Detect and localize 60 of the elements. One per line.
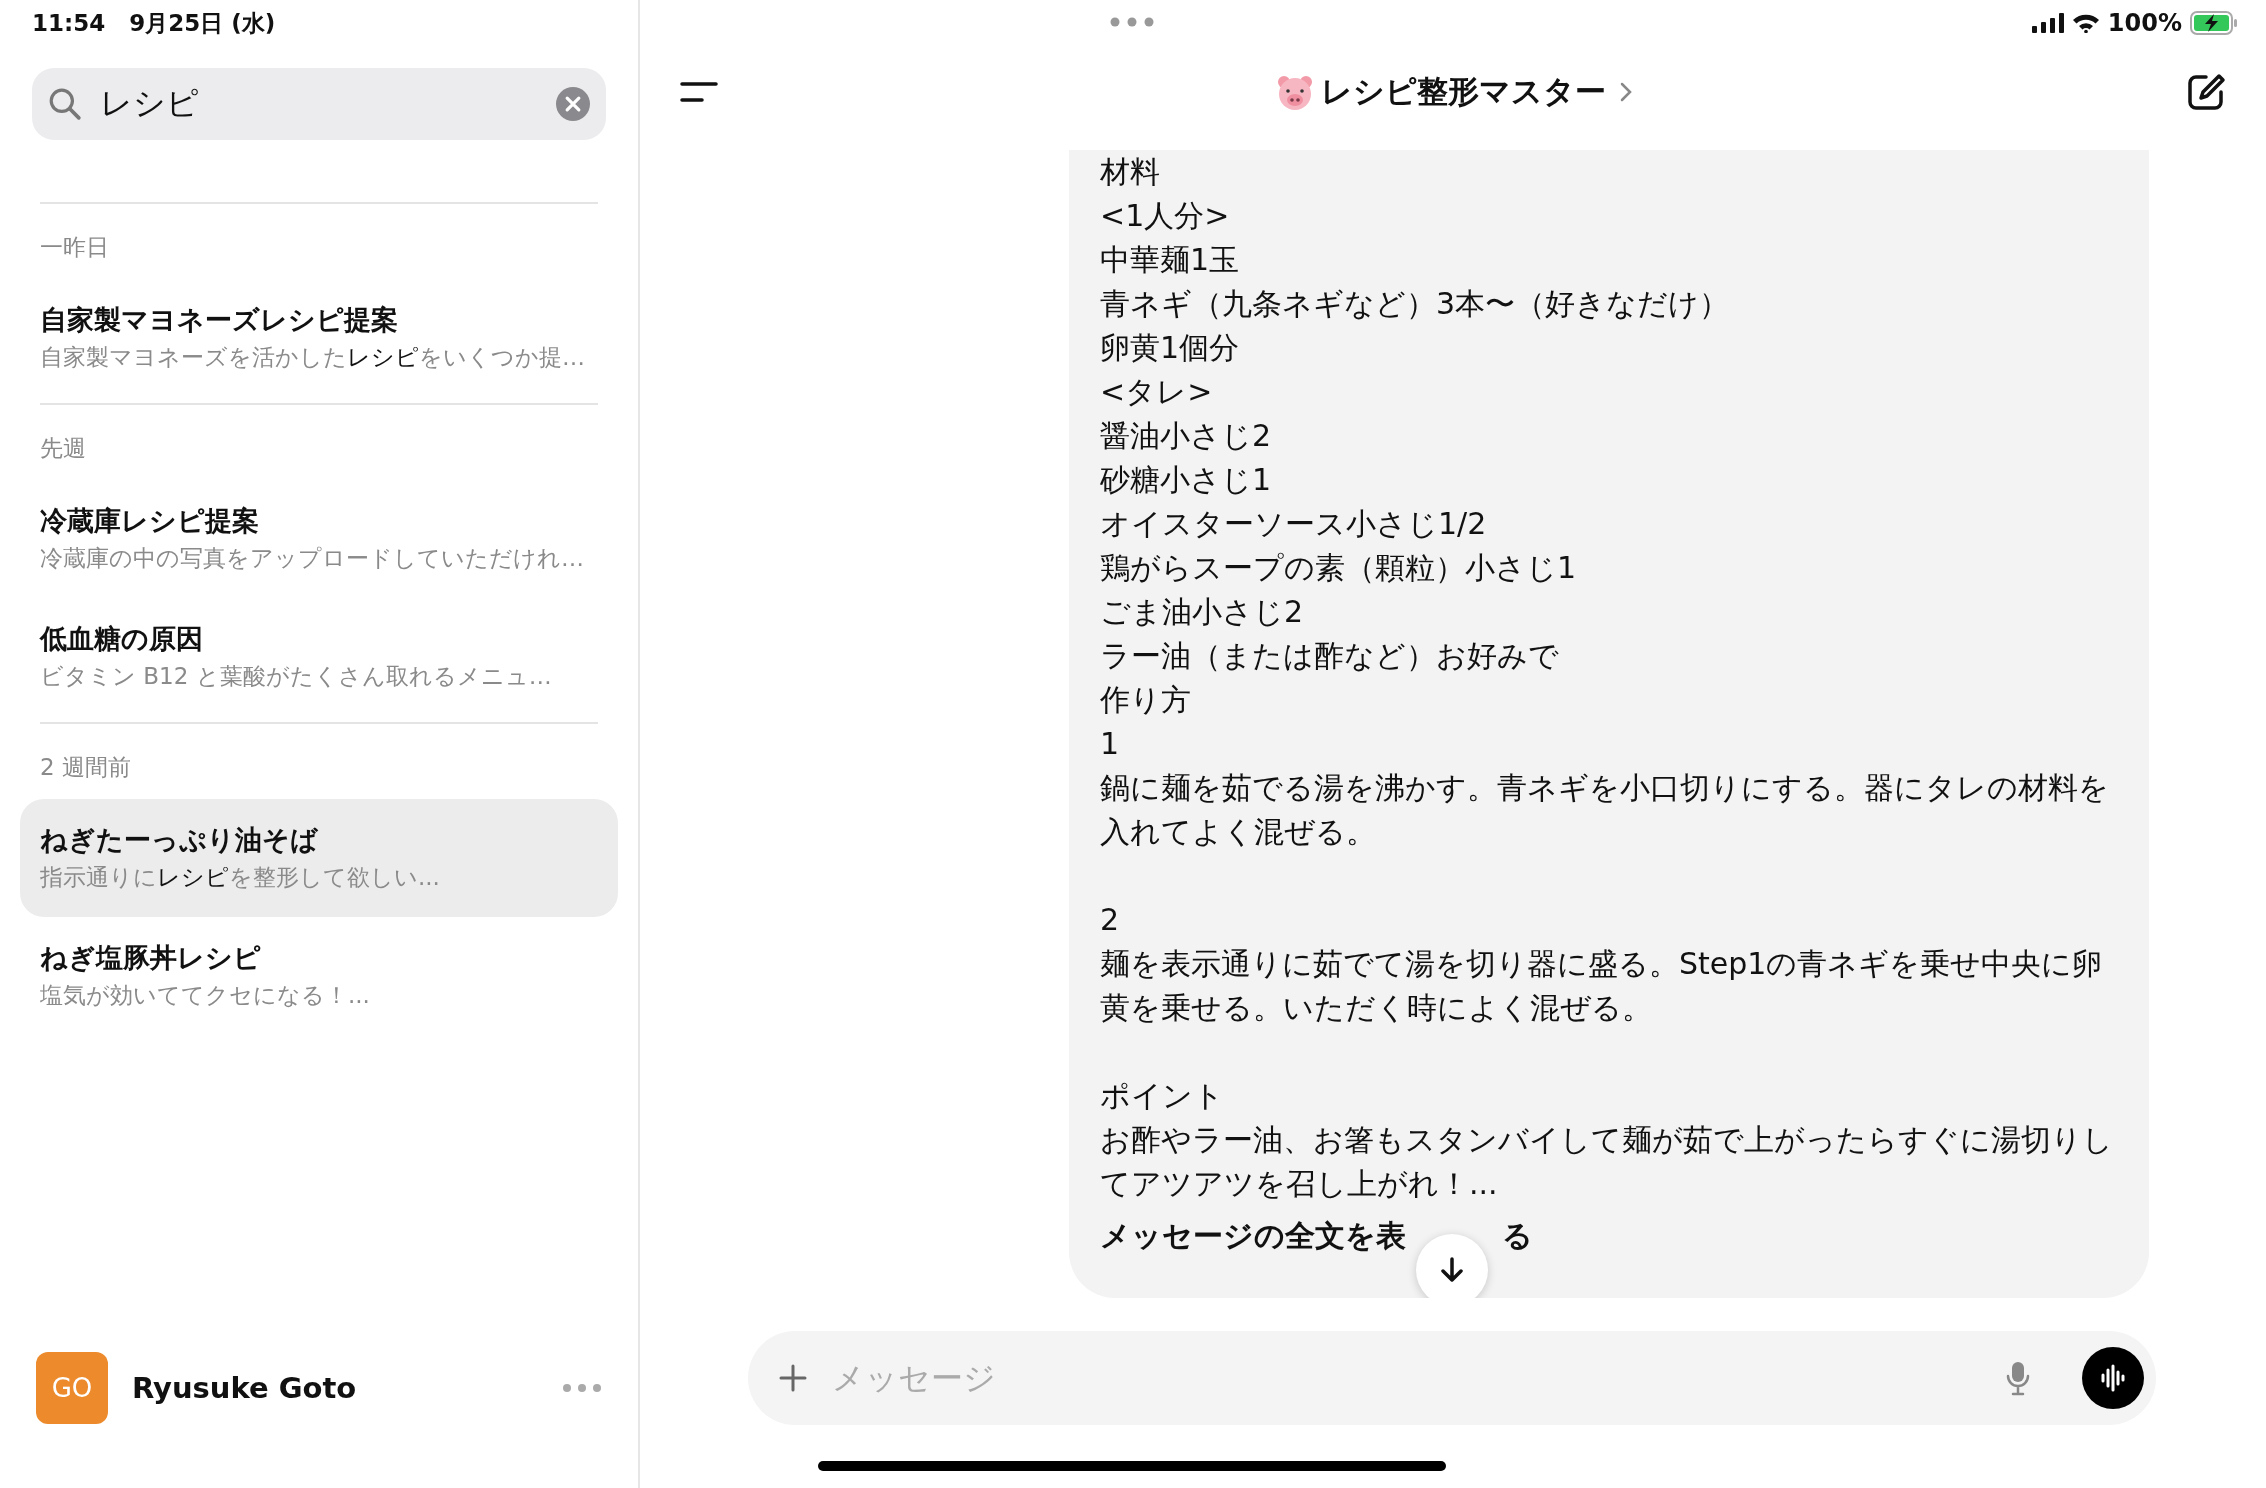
status-time: 11:54 [32, 10, 106, 36]
chat-title: 低血糖の原因 [40, 622, 204, 656]
message-text: 青ネギ（九条ネギなど）3本〜（好きなだけ） [1100, 285, 1731, 323]
chat-preview: ビタミン B12 と葉酸がたくさん取れるメニュ… [40, 662, 553, 691]
chat-item[interactable]: 自家製マヨネーズレシピ提案 自家製マヨネーズを活かしたレシピをいくつか提… [20, 279, 618, 397]
message-text: オイスターソース小さじ1/2 [1100, 505, 1488, 543]
message-text: 鶏がらスープの素（顆粒）小さじ1 [1100, 549, 1578, 587]
section-heading: 一昨日 [40, 233, 110, 262]
chat-item[interactable]: ねぎたーっぷり油そば 指示通りにレシピを整形して欲しい... [20, 799, 618, 917]
chat-item[interactable]: ねぎ塩豚丼レシピ 塩気が効いててクセになる！... [20, 917, 618, 1035]
show-full-link[interactable]: メッセージの全文を表 [1100, 1214, 1406, 1258]
message-text: ごま油小さじ2 [1100, 593, 1305, 631]
user-name: Ryusuke Goto [132, 1371, 358, 1405]
menu-icon[interactable] [680, 81, 720, 103]
message-text: ラー油（または酢など）お好みで [1100, 637, 1560, 675]
status-date: 9月25日 (水) [129, 8, 276, 38]
message-text: 2 [1100, 901, 1121, 939]
multitask-icon[interactable] [1110, 17, 1154, 27]
search-field[interactable]: レシピ [32, 68, 606, 140]
message-text: 砂糖小さじ1 [1100, 461, 1273, 499]
clear-icon[interactable] [556, 87, 590, 121]
chevron-icon[interactable] [1619, 82, 1632, 102]
message-text: 材料 [1100, 153, 1161, 191]
search-input[interactable]: レシピ [98, 84, 540, 124]
microphone-icon[interactable] [2006, 1360, 2030, 1396]
battery-percent: 100% [2107, 9, 2182, 37]
signal-icon [2031, 13, 2064, 33]
chat-title: 冷蔵庫レシピ提案 [40, 504, 260, 538]
chat-preview: 自家製マヨネーズを活かしたレシピをいくつか提… [40, 343, 586, 372]
section-heading: 先週 [40, 434, 87, 463]
message-text: 卵黄1個分 [1100, 329, 1241, 367]
chat-preview: 塩気が効いててクセになる！... [40, 981, 371, 1010]
chat-title: 自家製マヨネーズレシピ提案 [40, 303, 399, 337]
section-heading: 2 週間前 [40, 753, 132, 782]
chat-item[interactable]: 冷蔵庫レシピ提案 冷蔵庫の中の写真をアップロードしていただけれ… [20, 480, 618, 598]
message-text: 醤油小さじ2 [1100, 417, 1273, 455]
show-full-link[interactable]: る [1502, 1214, 1533, 1258]
search-icon [48, 87, 82, 121]
message-input[interactable]: メッセージ [830, 1358, 1984, 1398]
wifi-icon [2071, 13, 2100, 33]
battery-icon [2190, 11, 2238, 35]
voice-button[interactable] [2082, 1347, 2144, 1409]
message-field[interactable]: メッセージ [748, 1331, 2156, 1425]
chat-item[interactable]: 低血糖の原因 ビタミン B12 と葉酸がたくさん取れるメニュ… [20, 598, 618, 716]
compose-icon[interactable] [2186, 72, 2226, 112]
message-text: お酢やラー油、お箸もスタンバイして麺が茹で上がったらすぐに湯切りしてアツアツを召し上がれ！... [1100, 1121, 2114, 1203]
message-text: <1人分> [1100, 197, 1231, 235]
message-text: 中華麺1玉 [1100, 241, 1241, 279]
message-text: 作り方 [1100, 681, 1192, 719]
message-text: 鍋に麺を茹でる湯を沸かす。青ネギを小口切りにする。器にタレの材料を入れてよく混ぜる。 [1100, 769, 2110, 851]
message-text: <タレ> [1100, 373, 1214, 411]
message-text: 1 [1100, 725, 1121, 763]
chat-preview: 指示通りにレシピを整形して欲しい... [40, 863, 441, 892]
chat-title: ねぎ塩豚丼レシピ [40, 941, 262, 975]
message-text: 麺を表示通りに茹でて湯を切り器に盛る。Step1の青ネギを乗せ中央に卵黄を乗せる。いただく時によく混ぜる。 [1100, 945, 2104, 1027]
message-text: ポイント [1100, 1077, 1225, 1115]
chat-title[interactable]: レシピ整形マスター [1320, 71, 1606, 113]
chat-preview: 冷蔵庫の中の写真をアップロードしていただけれ… [40, 544, 585, 573]
plus-icon[interactable] [778, 1363, 808, 1393]
chat-title: ねぎたーっぷり油そば [40, 823, 319, 857]
